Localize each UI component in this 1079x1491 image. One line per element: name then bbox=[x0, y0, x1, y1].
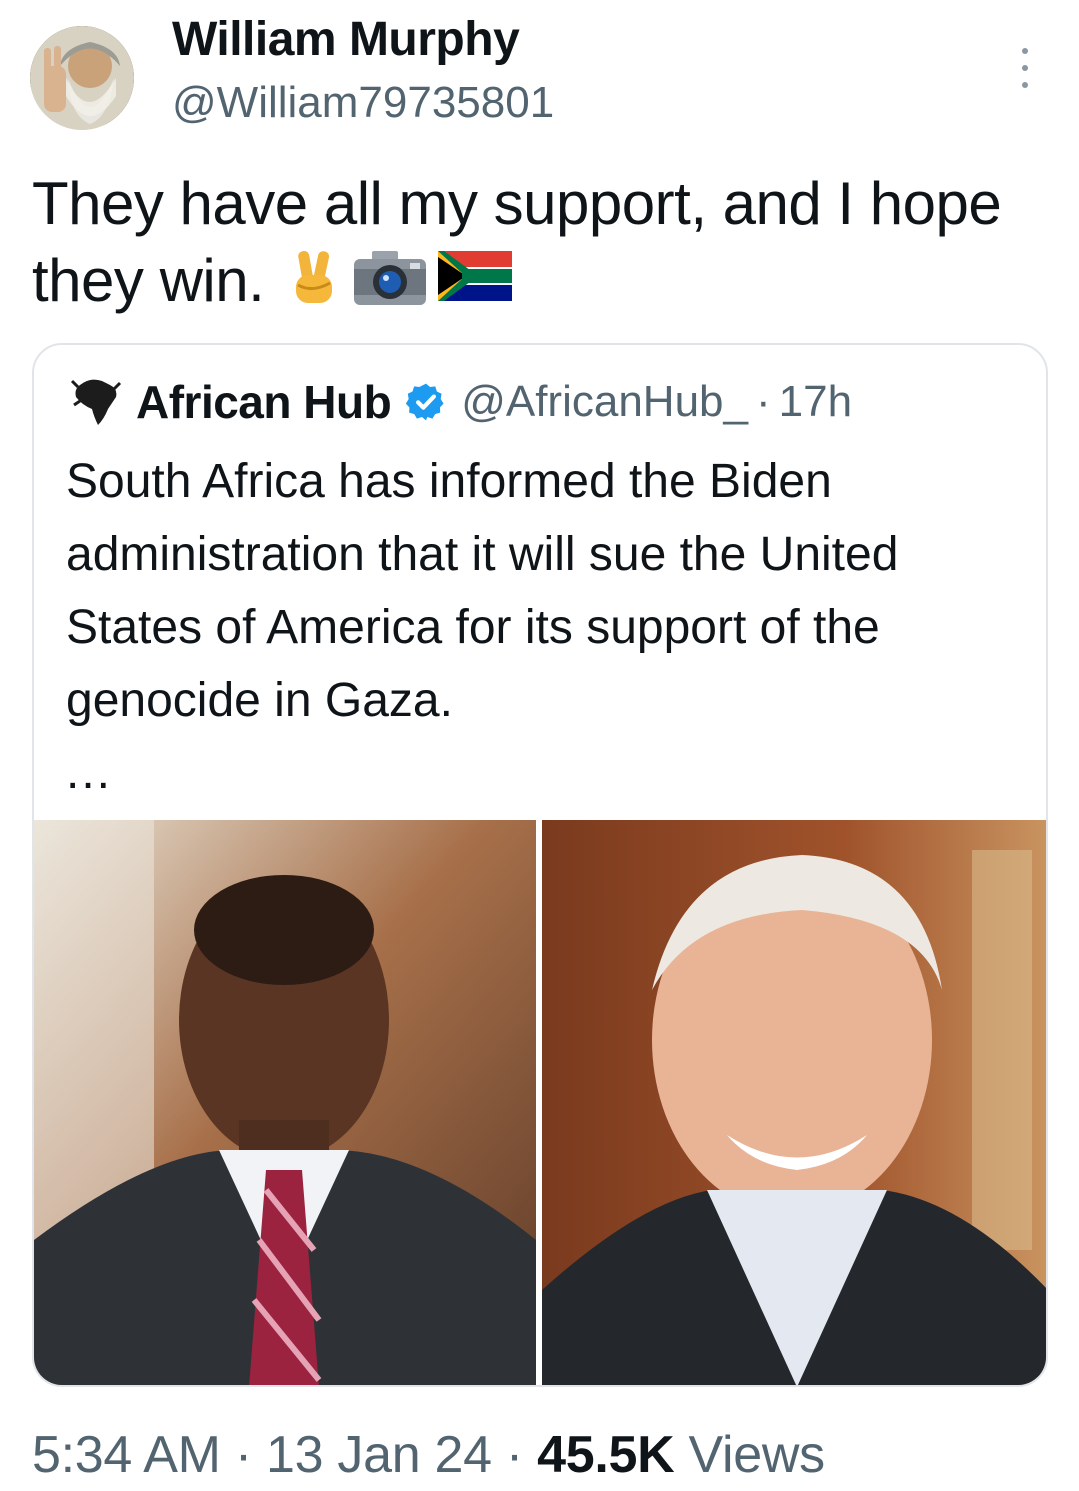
author-display-name[interactable]: William Murphy bbox=[172, 12, 520, 67]
camera-emoji bbox=[354, 251, 427, 305]
photo-man-in-dark-suit-striped-tie bbox=[34, 820, 536, 1385]
quoted-author-handle[interactable]: @AfricanHub_ bbox=[461, 377, 748, 427]
tweet-text-content: They have all my support, and I hope the… bbox=[32, 170, 1002, 314]
verified-badge-icon bbox=[406, 383, 444, 421]
bearded-man-peace-sign-avatar bbox=[30, 26, 134, 130]
views-count[interactable]: 45.5K bbox=[537, 1426, 675, 1484]
views-label: Views bbox=[688, 1426, 826, 1484]
meta-separator: · bbox=[234, 1426, 252, 1484]
author-handle[interactable]: @William79735801 bbox=[172, 78, 554, 128]
tweet-time[interactable]: 5:34 AM bbox=[32, 1426, 221, 1484]
south-africa-flag-emoji bbox=[438, 251, 513, 301]
header-separator: · bbox=[755, 377, 771, 426]
tweet-date[interactable]: 13 Jan 24 bbox=[266, 1426, 492, 1484]
quoted-tweet-photo-left[interactable] bbox=[34, 820, 536, 1385]
quoted-tweet-time[interactable]: 17h bbox=[779, 377, 852, 427]
more-options-icon[interactable] bbox=[1010, 48, 1040, 88]
tweet-metadata: 5:34 AM · 13 Jan 24 · 45.5K Views bbox=[32, 1425, 825, 1485]
tweet-text: They have all my support, and I hope the… bbox=[32, 165, 1042, 319]
quoted-tweet-text: South Africa has informed the Biden admi… bbox=[66, 455, 899, 727]
quoted-tweet-card[interactable]: African Hub @AfricanHub_ · 17h South Afr… bbox=[32, 343, 1048, 1387]
quoted-author-name[interactable]: African Hub bbox=[136, 375, 392, 429]
meta-separator: · bbox=[505, 1426, 523, 1484]
quoted-tweet-header: African Hub @AfricanHub_ · 17h bbox=[66, 375, 852, 429]
author-avatar[interactable] bbox=[30, 26, 134, 130]
victory-hand-emoji bbox=[296, 250, 333, 303]
quoted-tweet-photo-right[interactable] bbox=[542, 820, 1046, 1385]
quoted-tweet-ellipsis: ... bbox=[66, 746, 113, 799]
photo-smiling-man-in-suit bbox=[542, 820, 1046, 1385]
africa-continent-logo-icon bbox=[70, 379, 122, 425]
